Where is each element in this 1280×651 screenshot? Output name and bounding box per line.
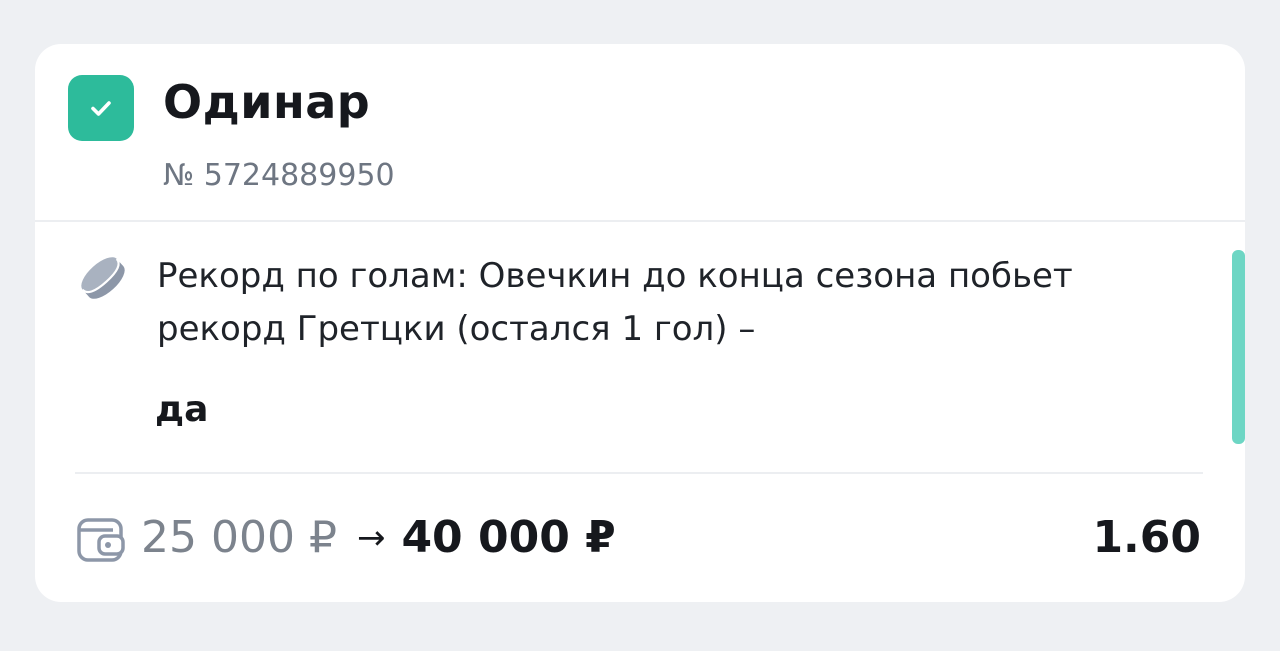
bet-card: Одинар № 5724889950 Рекорд по голам: Ове… <box>35 44 1245 602</box>
header-divider <box>35 220 1245 222</box>
hockey-puck-icon <box>81 257 125 299</box>
arrow-right-icon: → <box>356 518 386 558</box>
stake-payout: 25 000 ₽ → 40 000 ₽ <box>141 506 616 570</box>
payout-amount: 40 000 ₽ <box>401 512 616 563</box>
stake-amount: 25 000 ₽ <box>141 512 337 563</box>
footer-divider <box>75 472 1203 474</box>
bet-type-title: Одинар <box>163 75 371 129</box>
scroll-indicator[interactable] <box>1232 250 1245 444</box>
outcome-description: Рекорд по голам: Овечкин до конца сезона… <box>157 256 1073 349</box>
bet-number: № 5724889950 <box>163 158 395 193</box>
odds-value: 1.60 <box>1092 512 1201 563</box>
wallet-icon <box>77 518 125 562</box>
bet-checkbox[interactable] <box>68 75 134 141</box>
checkmark-icon <box>91 101 111 116</box>
outcome-result: да <box>155 389 209 430</box>
